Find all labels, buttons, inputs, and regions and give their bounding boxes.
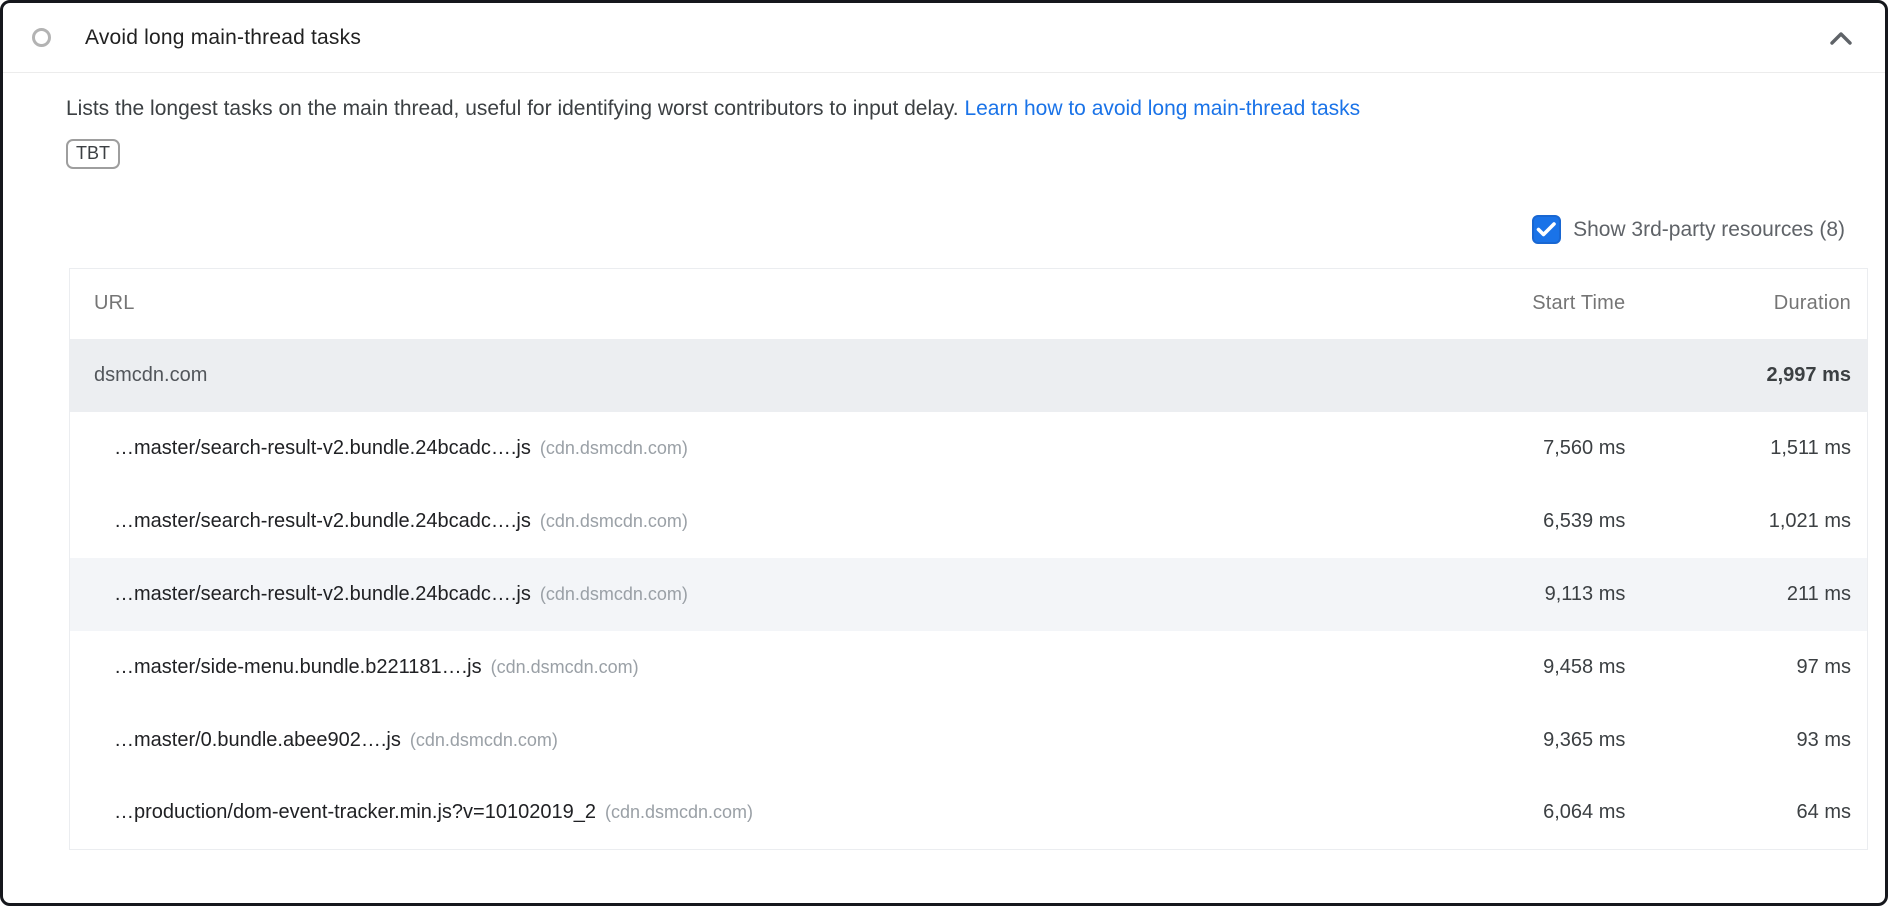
duration-cell: 211 ms — [1641, 558, 1867, 631]
column-header-duration: Duration — [1641, 269, 1867, 339]
resource-url: …master/search-result-v2.bundle.24bcadc…… — [114, 510, 531, 532]
audit-body: Lists the longest tasks on the main thre… — [3, 73, 1885, 850]
url-cell: …production/dom-event-tracker.min.js?v=1… — [70, 777, 1442, 850]
tbt-metric-chip: TBT — [66, 139, 120, 169]
table-row: …master/search-result-v2.bundle.24bcadc…… — [70, 412, 1868, 485]
table-row: …master/0.bundle.abee902….js (cdn.dsmcdn.… — [70, 704, 1868, 777]
description-text: Lists the longest tasks on the main thre… — [66, 97, 964, 120]
url-cell: …master/side-menu.bundle.b221181….js (cdn… — [70, 631, 1442, 704]
collapse-button[interactable] — [1827, 24, 1855, 52]
table-row: …master/side-menu.bundle.b221181….js (cdn… — [70, 631, 1868, 704]
duration-cell: 1,021 ms — [1641, 485, 1867, 558]
resource-host: (cdn.dsmcdn.com) — [540, 584, 688, 604]
resource-url: …master/side-menu.bundle.b221181….js — [114, 656, 482, 678]
table-row: …production/dom-event-tracker.min.js?v=1… — [70, 777, 1868, 850]
resource-url: …master/search-result-v2.bundle.24bcadc…… — [114, 437, 531, 459]
start-time-cell: 9,458 ms — [1441, 631, 1641, 704]
audit-card: Avoid long main-thread tasks Lists the l… — [0, 0, 1888, 906]
duration-cell: 97 ms — [1641, 631, 1867, 704]
start-time-cell: 7,560 ms — [1441, 412, 1641, 485]
audit-header[interactable]: Avoid long main-thread tasks — [3, 3, 1885, 73]
score-circle-icon — [32, 28, 51, 47]
long-tasks-table: URL Start Time Duration dsmcdn.com 2,997… — [69, 268, 1868, 850]
resource-host: (cdn.dsmcdn.com) — [491, 657, 639, 677]
table-group-row: dsmcdn.com 2,997 ms — [70, 339, 1868, 412]
audit-title: Avoid long main-thread tasks — [85, 26, 361, 50]
show-third-party-checkbox[interactable] — [1532, 215, 1561, 244]
resource-url: …master/0.bundle.abee902….js — [114, 729, 401, 751]
audit-description: Lists the longest tasks on the main thre… — [66, 94, 1851, 124]
learn-more-link[interactable]: Learn how to avoid long main-thread task… — [964, 97, 1360, 120]
resource-host: (cdn.dsmcdn.com) — [540, 438, 688, 458]
url-cell: …master/search-result-v2.bundle.24bcadc…… — [70, 558, 1442, 631]
table-container: URL Start Time Duration dsmcdn.com 2,997… — [69, 268, 1851, 850]
url-cell: …master/search-result-v2.bundle.24bcadc…… — [70, 412, 1442, 485]
group-start-time — [1441, 339, 1641, 412]
start-time-cell: 9,365 ms — [1441, 704, 1641, 777]
show-third-party-label[interactable]: Show 3rd-party resources (8) — [1573, 218, 1845, 242]
group-host: dsmcdn.com — [70, 339, 1442, 412]
table-row: …master/search-result-v2.bundle.24bcadc…… — [70, 558, 1868, 631]
column-header-start-time: Start Time — [1441, 269, 1641, 339]
column-header-url: URL — [70, 269, 1442, 339]
url-cell: …master/0.bundle.abee902….js (cdn.dsmcdn.… — [70, 704, 1442, 777]
resource-host: (cdn.dsmcdn.com) — [605, 802, 753, 822]
group-duration: 2,997 ms — [1641, 339, 1867, 412]
chevron-up-icon — [1829, 31, 1853, 45]
resource-url: …master/search-result-v2.bundle.24bcadc…… — [114, 583, 531, 605]
start-time-cell: 6,064 ms — [1441, 777, 1641, 850]
third-party-filter-row: Show 3rd-party resources (8) — [66, 215, 1851, 244]
duration-cell: 1,511 ms — [1641, 412, 1867, 485]
duration-cell: 93 ms — [1641, 704, 1867, 777]
start-time-cell: 9,113 ms — [1441, 558, 1641, 631]
url-cell: …master/search-result-v2.bundle.24bcadc…… — [70, 485, 1442, 558]
resource-host: (cdn.dsmcdn.com) — [410, 730, 558, 750]
start-time-cell: 6,539 ms — [1441, 485, 1641, 558]
table-header-row: URL Start Time Duration — [70, 269, 1868, 339]
resource-url: …production/dom-event-tracker.min.js?v=1… — [114, 801, 596, 823]
table-row: …master/search-result-v2.bundle.24bcadc…… — [70, 485, 1868, 558]
duration-cell: 64 ms — [1641, 777, 1867, 850]
resource-host: (cdn.dsmcdn.com) — [540, 511, 688, 531]
checkmark-icon — [1536, 221, 1557, 238]
